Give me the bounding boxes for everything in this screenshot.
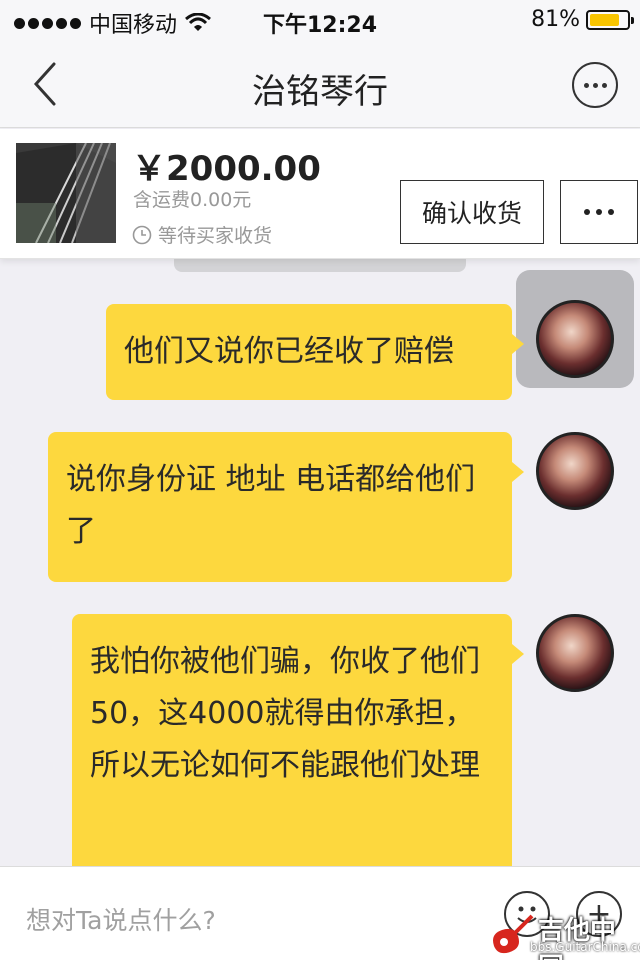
avatar[interactable]: [536, 432, 614, 510]
message-bubble[interactable]: 说你身份证 地址 电话都给他们了: [48, 432, 524, 582]
watermark-url: bbs.GuitarChina.com: [530, 940, 640, 954]
order-status: 等待买家收货: [132, 221, 272, 248]
order-more-button[interactable]: [560, 180, 638, 244]
page-title: 治铭琴行: [252, 72, 388, 112]
battery-group: 81%: [531, 7, 634, 32]
confirm-receipt-button[interactable]: 确认收货: [400, 180, 544, 244]
shipping-fee: 含运费0.00元: [133, 189, 252, 211]
battery-percent: 81%: [531, 7, 580, 32]
message-text: 说你身份证 地址 电话都给他们了: [66, 462, 476, 549]
message-bubble[interactable]: 他们又说你已经收了赔偿: [106, 304, 524, 400]
clock-icon: [132, 225, 152, 244]
product-price: ￥2000.00: [132, 149, 321, 189]
message-text: 他们又说你已经收了赔偿: [124, 334, 454, 369]
more-options-button[interactable]: [572, 62, 618, 108]
order-status-label: 等待买家收货: [158, 225, 273, 247]
guitar-strings-image: [16, 143, 116, 243]
battery-fill: [590, 13, 620, 26]
avatar[interactable]: [536, 300, 614, 378]
more-dots-icon: [584, 209, 590, 215]
avatar[interactable]: [536, 614, 614, 692]
nav-bar: 治铭琴行: [0, 40, 640, 128]
message-bubble[interactable]: 我怕你被他们骗，你收了他们50，这4000就得由你承担，所以无论如何不能跟他们处…: [72, 614, 524, 874]
status-bar: 中国移动 下午12:24 81%: [0, 0, 640, 40]
battery-icon: [586, 9, 634, 30]
more-circle-icon: [583, 82, 589, 88]
product-thumbnail[interactable]: [16, 143, 116, 243]
order-product-card: ￥2000.00 含运费0.00元 等待买家收货 确认收货: [0, 129, 640, 259]
message-text: 我怕你被他们骗，你收了他们50，这4000就得由你承担，所以无论如何不能跟他们处…: [90, 644, 480, 783]
message-input[interactable]: 想对Ta说点什么?: [26, 901, 216, 937]
